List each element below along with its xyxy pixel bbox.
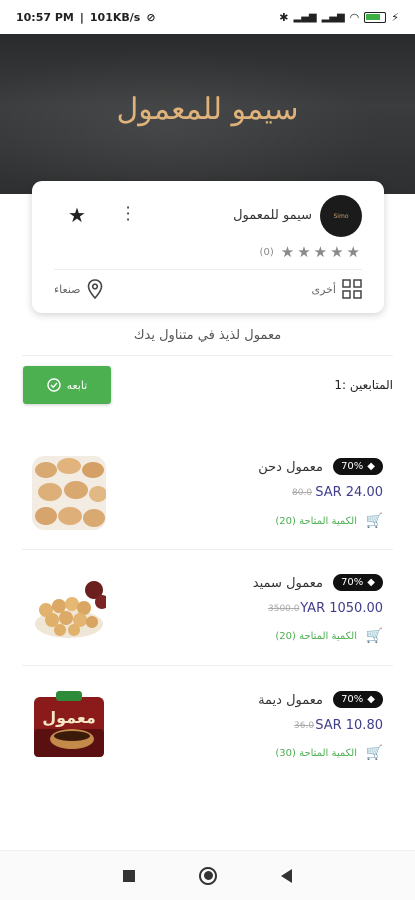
wifi-icon: ◠ — [349, 10, 360, 24]
charging-icon: ⚡ — [391, 10, 399, 24]
card-divider — [54, 269, 362, 270]
status-speed: 101KB/s — [89, 10, 141, 24]
home-icon[interactable] — [199, 866, 217, 885]
tag-icon: ◆ — [367, 577, 375, 588]
product-image — [32, 572, 106, 646]
system-nav-bar — [0, 850, 415, 900]
rating-count: (0) — [259, 246, 274, 258]
status-right: ✱ ▂▄▆ ▂▄▆ ◠ 87 ⚡ — [279, 11, 399, 24]
more-vert-icon[interactable]: · · · — [124, 200, 132, 228]
product-name: معمول سميد — [252, 576, 323, 591]
store-banner: سيمو للمعمول — [0, 34, 415, 194]
product-divider — [22, 549, 393, 550]
product-price: SAR 24.00 — [315, 485, 383, 500]
store-info-card: Simo سيمو للمعمول ★ ★ ★ ★ ★ (0) · · · ★ صن… — [32, 181, 384, 313]
product-price: YAR 1050.00 — [300, 601, 383, 616]
store-location[interactable]: صنعاء — [54, 279, 103, 299]
product-quantity: الكمية المتاحة (20) — [275, 516, 357, 527]
product-divider — [22, 665, 393, 666]
grid-icon — [342, 279, 362, 299]
discount-value: 70% — [341, 577, 364, 588]
product-image — [32, 456, 106, 530]
store-category[interactable]: أخرى — [311, 279, 362, 299]
star-icon: ★ — [346, 243, 360, 261]
discount-badge: 70% ◆ — [333, 691, 383, 708]
product-quantity: الكمية المتاحة (20) — [275, 631, 357, 642]
store-name: سيمو للمعمول — [233, 208, 312, 223]
cart-icon[interactable]: 🛒 — [366, 628, 383, 644]
product-item[interactable]: معمول دحن 70% ◆ SAR 24.00 80.0 الكمية ال… — [22, 456, 393, 572]
status-time: 10:57 PM — [16, 10, 74, 24]
recent-apps-icon[interactable] — [123, 869, 135, 882]
status-divider: | — [79, 10, 84, 24]
cart-icon[interactable]: 🛒 — [366, 513, 383, 529]
signal-icon-2: ▂▄▆ — [321, 11, 345, 23]
discount-value: 70% — [341, 461, 364, 472]
location-pin-icon — [87, 279, 102, 299]
product-old-price: 3500.0 — [268, 604, 300, 614]
store-logo: Simo — [320, 195, 362, 237]
bluetooth-icon: ✱ — [279, 10, 289, 24]
discount-badge: 70% ◆ — [333, 574, 383, 591]
cart-icon[interactable]: 🛒 — [366, 745, 383, 761]
store-rating: ★ ★ ★ ★ ★ (0) — [260, 243, 360, 261]
product-item[interactable]: معمول سميد 70% ◆ YAR 1050.00 3500.0 الكم… — [22, 572, 393, 688]
discount-badge: 70% ◆ — [333, 458, 383, 475]
star-icon: ★ — [297, 243, 311, 261]
product-old-price: 36.0 — [294, 721, 315, 731]
product-price: SAR 10.80 — [315, 718, 383, 733]
category-label: أخرى — [311, 282, 336, 296]
banner-title: سيمو للمعمول — [116, 92, 299, 127]
follow-button-label: تابعه — [66, 378, 88, 392]
status-bar: 10:57 PM | 101KB/s ⊘ ✱ ▂▄▆ ▂▄▆ ◠ 87 ⚡ — [0, 0, 415, 34]
data-saver-icon: ⊘ — [146, 10, 156, 24]
divider — [22, 355, 393, 356]
product-old-price: 80.0 — [292, 488, 313, 498]
signal-icon: ▂▄▆ — [293, 11, 317, 23]
followers-count: المتابعين :1 — [334, 378, 393, 392]
location-label: صنعاء — [54, 282, 81, 296]
star-icon: ★ — [330, 243, 344, 261]
svg-text:معمول: معمول — [42, 708, 96, 727]
store-tagline: معمول لذيذ في متناول يدك — [133, 328, 282, 343]
battery-icon — [364, 11, 387, 23]
star-icon: ★ — [313, 243, 328, 261]
product-image: معمول — [32, 689, 106, 763]
check-circle-icon — [46, 378, 61, 392]
product-name: معمول دحن — [258, 460, 323, 475]
discount-value: 70% — [341, 694, 364, 705]
star-icon: ★ — [280, 243, 295, 261]
follow-button[interactable]: تابعه — [23, 366, 111, 404]
store-logo-text: Simo — [333, 212, 349, 220]
product-quantity: الكمية المتاحة (30) — [275, 748, 357, 759]
product-name: معمول ديمة — [258, 693, 323, 708]
favorite-star-icon[interactable]: ★ — [68, 203, 86, 227]
back-icon[interactable] — [281, 868, 292, 883]
tag-icon: ◆ — [367, 461, 375, 472]
tag-icon: ◆ — [367, 694, 375, 705]
status-left: 10:57 PM | 101KB/s ⊘ — [16, 11, 156, 24]
product-item[interactable]: معمول معمول ديمة 70% ◆ SAR 10.80 36.0 ال… — [22, 689, 393, 805]
